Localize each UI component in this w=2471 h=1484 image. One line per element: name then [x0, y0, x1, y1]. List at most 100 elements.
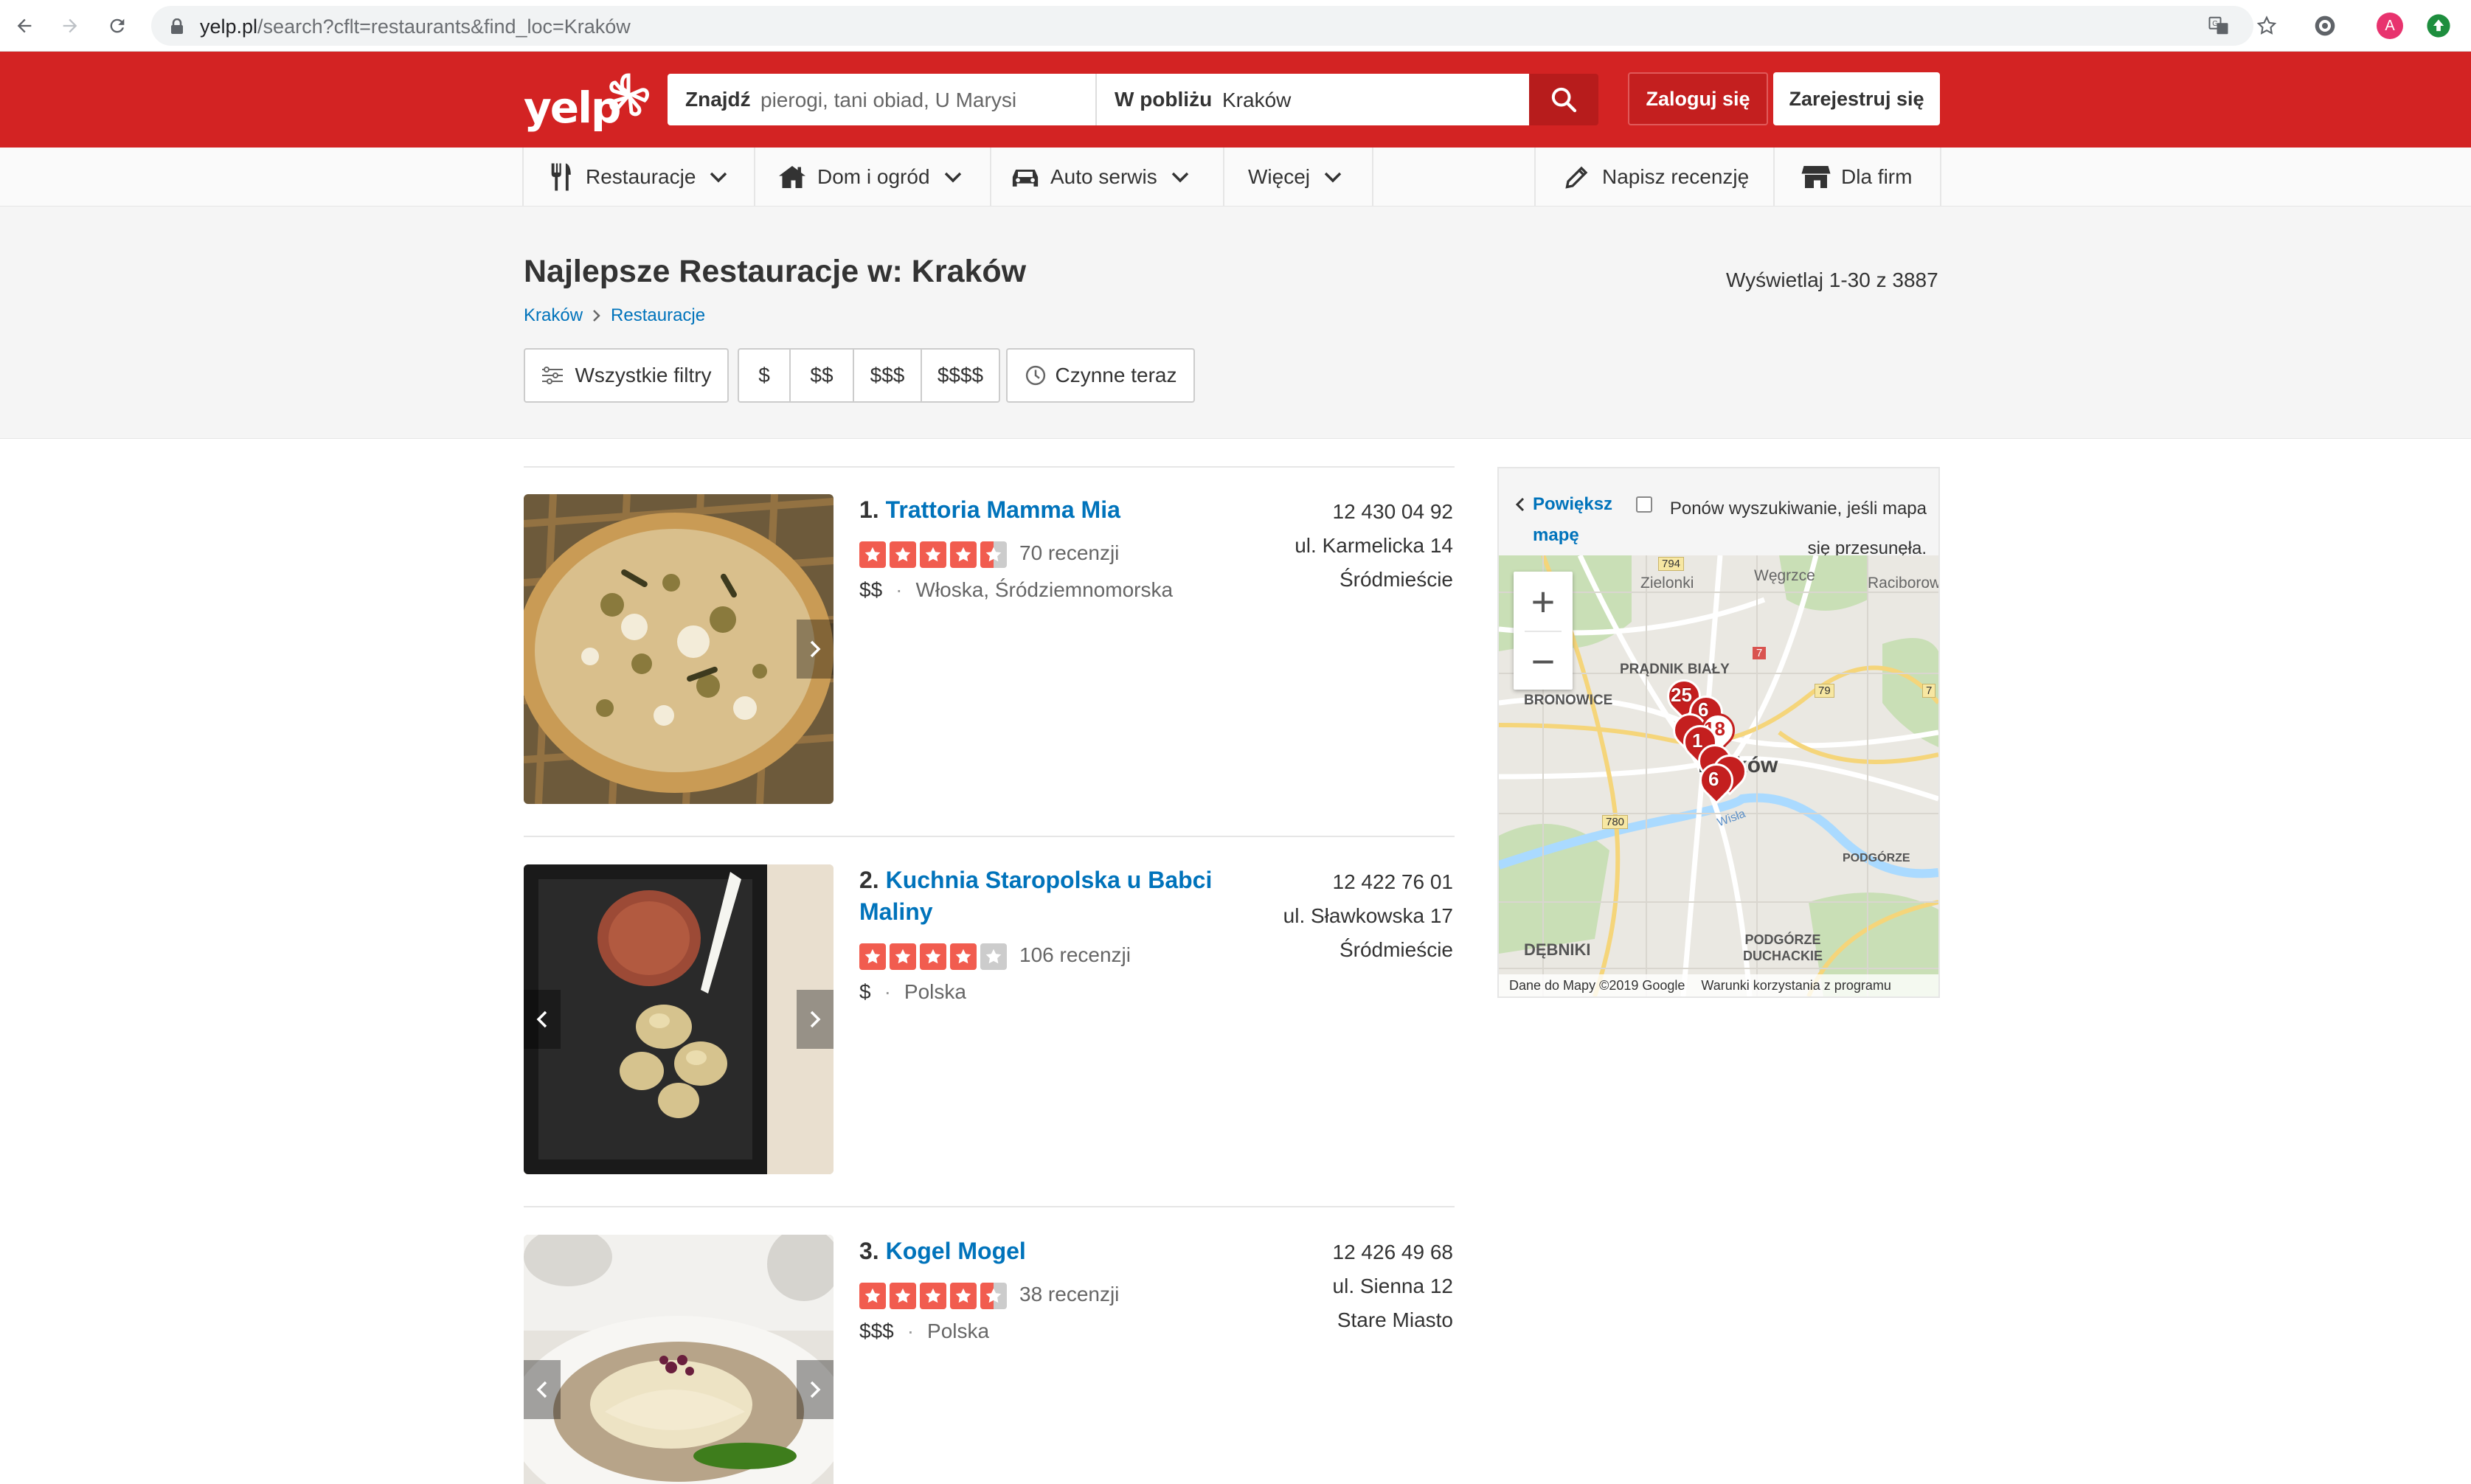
result-contact-3: 12 426 49 68 ul. Sienna 12 Stare Miasto [1333, 1235, 1454, 1337]
near-input[interactable]: Kraków [1222, 89, 1291, 112]
map-label: DĘBNIKI [1524, 940, 1591, 959]
result-photo-2[interactable] [524, 864, 834, 1174]
result-name-link[interactable]: Trattoria Mamma Mia [886, 496, 1120, 523]
clock-icon [1025, 364, 1047, 386]
result-photo-1[interactable] [524, 494, 834, 804]
star-icon [890, 943, 916, 970]
price-filter-2[interactable]: $$ [791, 350, 854, 401]
all-filters-button[interactable]: Wszystkie filtry [524, 348, 729, 403]
write-review-link[interactable]: Napisz recenzję [1536, 148, 1775, 207]
star-icon [920, 1283, 946, 1309]
find-field[interactable]: Znajdź pierogi, tani obiad, U Marysi [668, 74, 1097, 125]
profile-avatar[interactable]: A [2375, 11, 2405, 41]
search-button[interactable] [1529, 74, 1598, 125]
result-categories[interactable]: Polska [927, 1320, 989, 1342]
review-count-3[interactable]: 38 recenzji [1019, 1283, 1119, 1306]
result-title-1: 1. Trattoria Mamma Mia [859, 494, 1243, 526]
district: Śródmieście [1339, 938, 1453, 961]
map-panel: Powiększ mapę Ponów wyszukiwanie, jeśli … [1497, 467, 1940, 998]
back-icon[interactable] [10, 12, 38, 40]
map-pin-label: 6 [1708, 768, 1719, 790]
open-now-label: Czynne teraz [1055, 364, 1177, 386]
result-categories[interactable]: Włoska, Śródziemnomorska [915, 578, 1173, 601]
review-count-1[interactable]: 70 recenzji [1019, 541, 1119, 565]
map-controls: Powiększ mapę Ponów wyszukiwanie, jeśli … [1499, 468, 1938, 558]
category-auto-service[interactable]: Auto serwis [991, 148, 1224, 207]
result-name-link[interactable]: Kogel Mogel [886, 1238, 1026, 1264]
car-icon [1011, 162, 1040, 192]
near-label: W pobliżu [1115, 88, 1213, 111]
extension-icon[interactable] [2310, 11, 2340, 41]
bookmark-star-icon[interactable] [2252, 11, 2281, 41]
address: ul. Sienna 12 [1332, 1275, 1453, 1297]
star-icon [859, 1283, 886, 1309]
update-icon[interactable] [2424, 11, 2453, 41]
near-field[interactable]: W pobliżu Kraków [1097, 74, 1529, 125]
result-contact-1: 12 430 04 92 ul. Karmelicka 14 Śródmieśc… [1295, 495, 1453, 597]
breadcrumb: Kraków Restauracje [524, 305, 705, 326]
result-photo-3[interactable] [524, 1235, 834, 1484]
chevron-right-icon [810, 1010, 821, 1028]
logo-wordmark: yelp [524, 83, 622, 133]
star-icon [980, 943, 1007, 970]
redo-search-checkbox[interactable] [1636, 496, 1652, 513]
signup-button[interactable]: Zarejestruj się [1773, 72, 1940, 125]
next-photo-arrow[interactable] [797, 990, 834, 1049]
result-categories[interactable]: Polska [904, 980, 966, 1003]
pencil-icon [1562, 162, 1592, 192]
price-filter-1[interactable]: $ [739, 350, 791, 401]
page-title: Najlepsze Restauracje w: Kraków [524, 254, 1027, 289]
result-name-link[interactable]: Kuchnia Staropolska u Babci Maliny [859, 867, 1212, 925]
star-icon [920, 943, 946, 970]
price-filter-3[interactable]: $$$ [854, 350, 922, 401]
category-home-garden[interactable]: Dom i ogród [755, 148, 991, 207]
price-range: $$ [859, 578, 883, 601]
chevron-down-icon [709, 166, 731, 188]
open-now-button[interactable]: Czynne teraz [1006, 348, 1195, 403]
road-shield: 7 [1922, 684, 1936, 698]
result-meta-3: $$$ · Polska [859, 1320, 990, 1342]
chevron-left-icon [536, 1010, 547, 1028]
search-form: Znajdź pierogi, tani obiad, U Marysi W p… [668, 74, 1529, 125]
fork-knife-icon [546, 162, 575, 192]
map-canvas[interactable]: + − Zielonki Węgrzce Raciborow PRĄDNIK B… [1499, 555, 1938, 996]
prev-photo-arrow[interactable] [524, 990, 561, 1049]
star-icon [950, 541, 977, 568]
breadcrumb-krakow[interactable]: Kraków [524, 305, 583, 326]
next-photo-arrow[interactable] [797, 1360, 834, 1419]
star-icon [980, 1283, 1007, 1309]
expand-map-link[interactable]: Powiększ mapę [1515, 489, 1629, 551]
prev-photo-arrow[interactable] [524, 1360, 561, 1419]
map-label: PRĄDNIK BIAŁY [1620, 662, 1730, 677]
yelp-logo[interactable]: yelp [524, 69, 649, 136]
for-business-link[interactable]: Dla firm [1775, 148, 1941, 207]
results-count: Wyświetlaj 1-30 z 3887 [1726, 268, 1938, 291]
price-filter-4[interactable]: $$$$ [922, 350, 999, 401]
review-count-2[interactable]: 106 recenzji [1019, 943, 1131, 967]
next-photo-arrow[interactable] [797, 620, 834, 679]
road-shield: 780 [1602, 815, 1629, 829]
pizza-photo [524, 494, 834, 804]
house-icon [777, 162, 807, 192]
breadcrumb-restaurants[interactable]: Restauracje [611, 305, 705, 326]
map-label: PODGÓRZE [1843, 852, 1910, 864]
zoom-in-button[interactable]: + [1514, 572, 1573, 631]
forward-icon[interactable] [56, 12, 84, 40]
star-icon [920, 541, 946, 568]
chevron-right-icon [810, 640, 821, 658]
map-attribution: Dane do Mapy ©2019 Google Warunki korzys… [1499, 974, 1938, 996]
reload-icon[interactable] [103, 12, 131, 40]
category-restaurants[interactable]: Restauracje [524, 148, 755, 207]
login-button[interactable]: Zaloguj się [1628, 72, 1768, 125]
result-title-2: 2. Kuchnia Staropolska u Babci Maliny [859, 864, 1243, 928]
star-icon [950, 1283, 977, 1309]
map-terms-link[interactable]: Warunki korzystania z programu [1701, 978, 1890, 994]
zoom-out-button[interactable]: − [1514, 632, 1573, 690]
find-input[interactable]: pierogi, tani obiad, U Marysi [760, 89, 1016, 112]
translate-icon[interactable]: G [2204, 11, 2233, 41]
divider [524, 1206, 1455, 1207]
address-bar[interactable]: yelp.pl/search?cflt=restaurants&find_loc… [151, 6, 2253, 46]
divider [524, 466, 1455, 468]
category-more[interactable]: Więcej [1224, 148, 1373, 207]
road-shield: 79 [1815, 684, 1834, 698]
